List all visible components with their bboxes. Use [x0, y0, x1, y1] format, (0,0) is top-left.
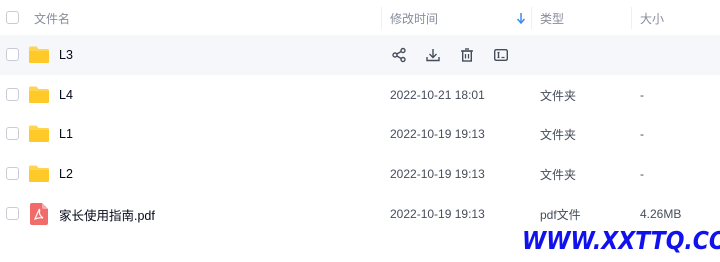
column-header-time[interactable]: 修改时间: [390, 0, 438, 36]
pdf-icon: [30, 203, 48, 225]
column-divider: [631, 7, 632, 29]
file-name[interactable]: L3: [59, 35, 73, 75]
folder-icon: [29, 165, 49, 182]
file-row[interactable]: L1 2022-10-19 19:13 文件夹 -: [0, 114, 720, 154]
watermark-text: WWW.XXTTQ.COM: [522, 226, 720, 255]
column-header-size[interactable]: 大小: [640, 0, 664, 36]
folder-icon: [29, 86, 49, 103]
delete-icon[interactable]: [456, 44, 478, 66]
file-list-header: 文件名 修改时间 类型 大小: [0, 0, 720, 36]
row-checkbox[interactable]: [6, 167, 19, 180]
file-row[interactable]: L4 2022-10-21 18:01 文件夹 -: [0, 75, 720, 115]
rename-icon[interactable]: [490, 44, 512, 66]
select-all-checkbox[interactable]: [6, 11, 19, 24]
column-divider: [381, 7, 382, 29]
file-type: 文件夹: [540, 167, 577, 182]
share-icon[interactable]: [388, 44, 410, 66]
file-type: 文件夹: [540, 88, 577, 103]
column-header-type[interactable]: 类型: [540, 0, 564, 36]
column-divider: [531, 7, 532, 29]
modified-time: 2022-10-19 19:13: [390, 207, 485, 221]
column-header-name[interactable]: 文件名: [34, 0, 70, 36]
modified-time: 2022-10-19 19:13: [390, 167, 485, 181]
file-size: -: [640, 88, 644, 102]
file-row[interactable]: L2 2022-10-19 19:13 文件夹 -: [0, 154, 720, 194]
row-checkbox[interactable]: [6, 48, 19, 61]
file-size: -: [640, 167, 644, 181]
modified-time: 2022-10-21 18:01: [390, 88, 485, 102]
file-name[interactable]: L1: [59, 114, 73, 154]
row-checkbox[interactable]: [6, 127, 19, 140]
modified-time: 2022-10-19 19:13: [390, 127, 485, 141]
file-name[interactable]: L4: [59, 75, 73, 115]
row-actions: [388, 35, 524, 75]
file-type: 文件夹: [540, 127, 577, 142]
sort-descending-icon[interactable]: [516, 11, 526, 25]
file-row[interactable]: L3: [0, 35, 720, 75]
download-icon[interactable]: [422, 44, 444, 66]
folder-icon: [29, 46, 49, 63]
row-checkbox[interactable]: [6, 88, 19, 101]
row-checkbox[interactable]: [6, 207, 19, 220]
file-name[interactable]: L2: [59, 154, 73, 194]
file-name[interactable]: 家长使用指南.pdf: [59, 194, 155, 234]
folder-icon: [29, 125, 49, 142]
file-size: -: [640, 127, 644, 141]
